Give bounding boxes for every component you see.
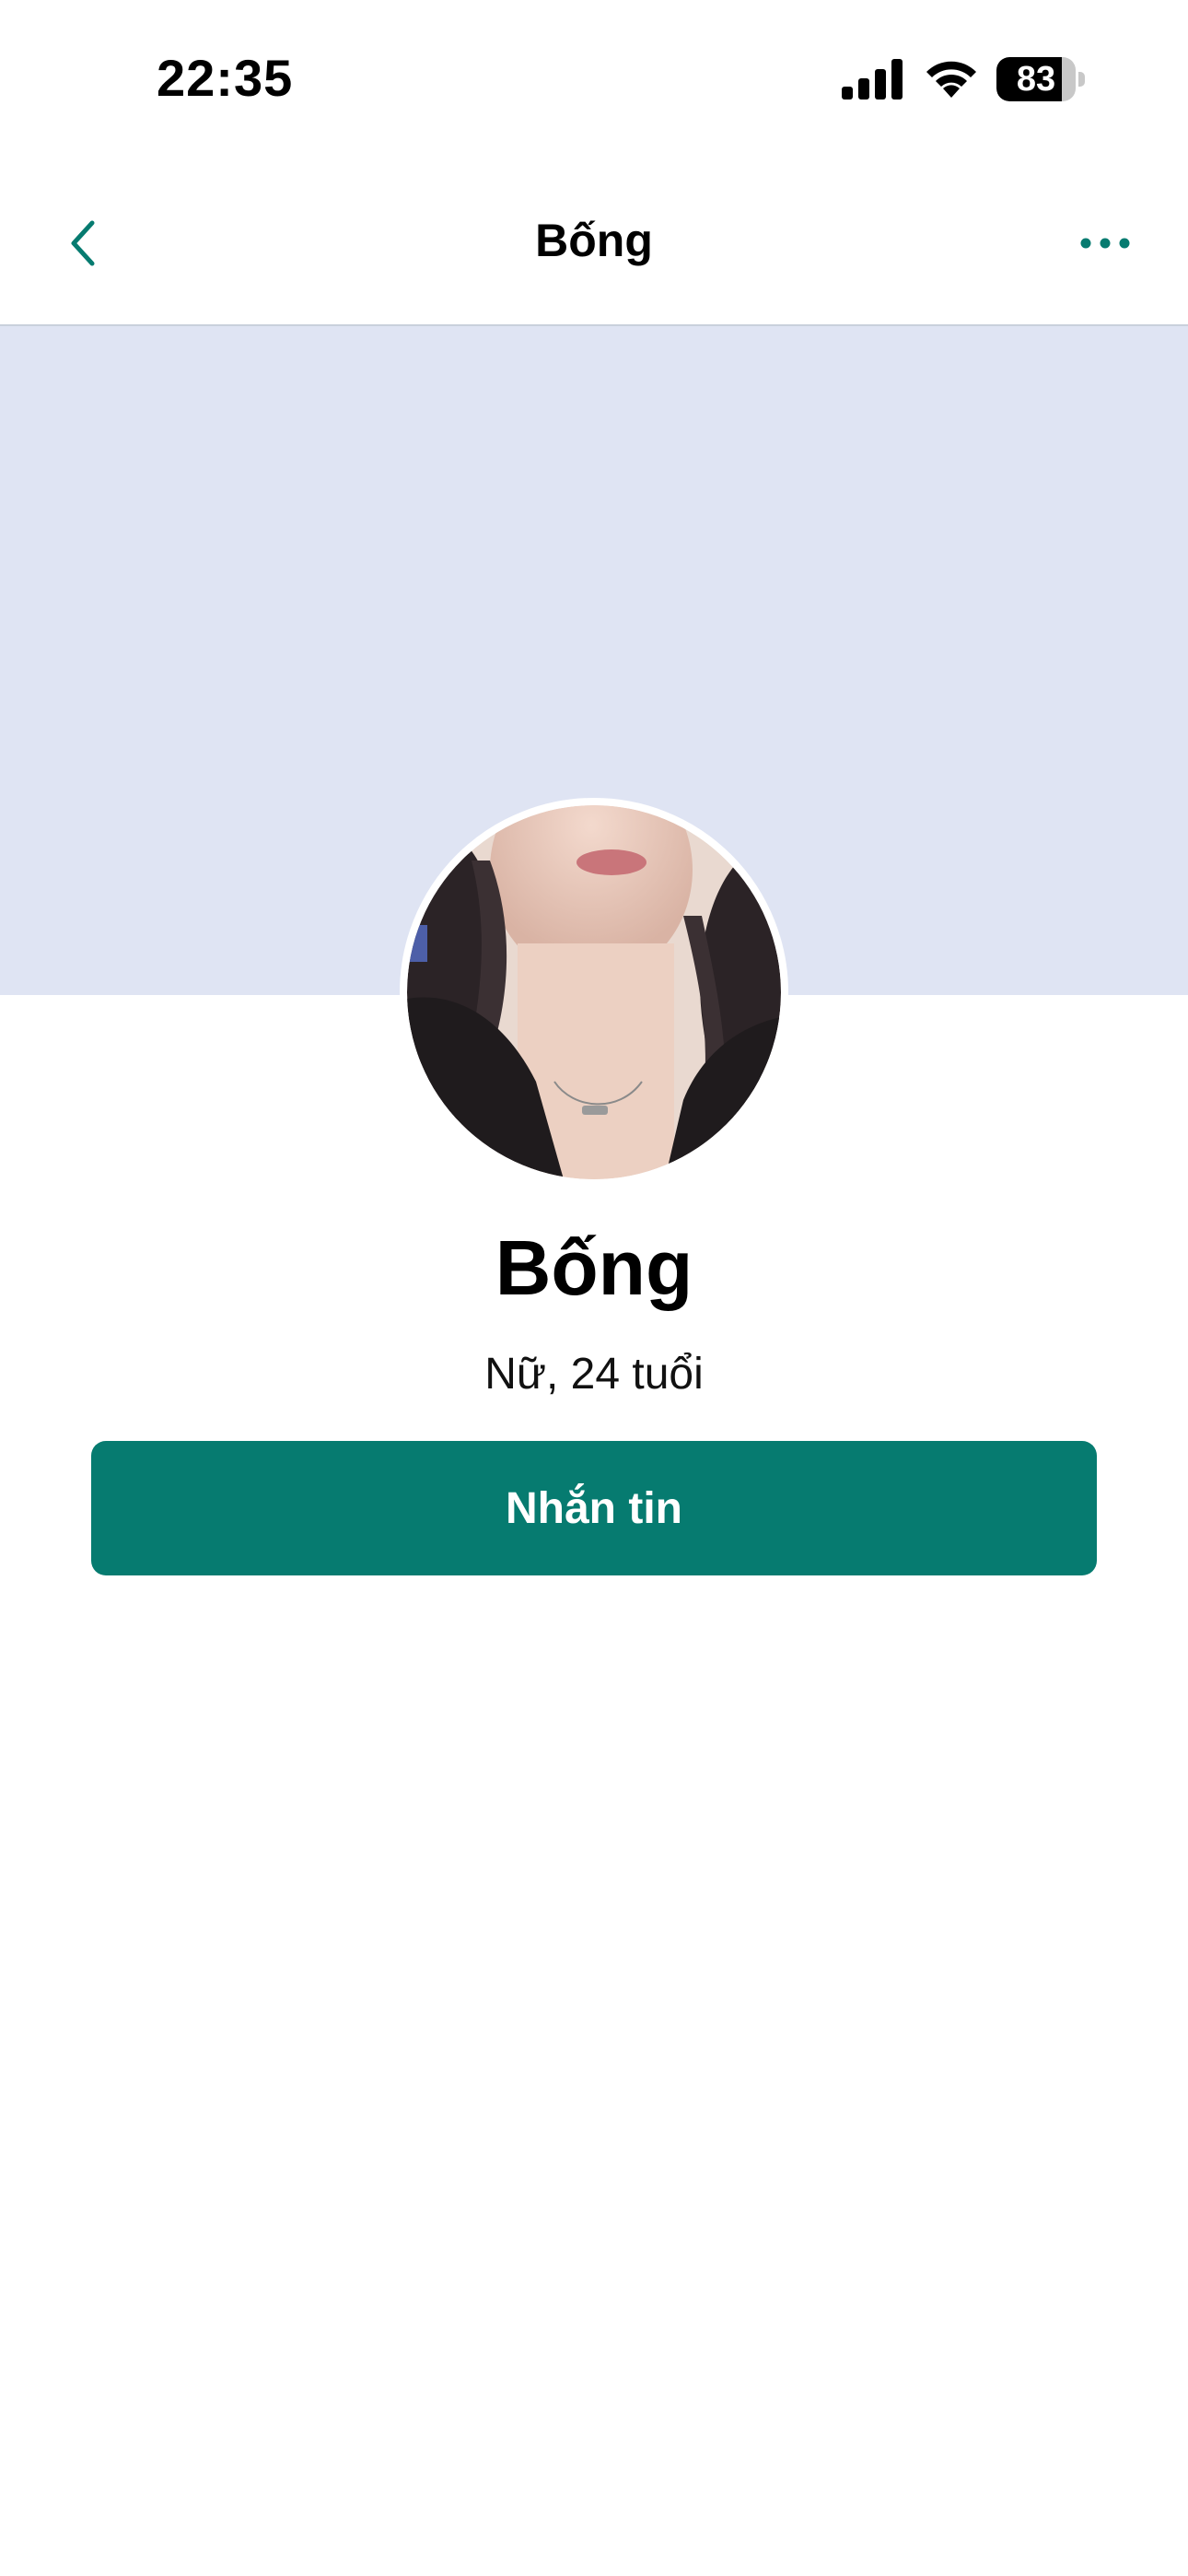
nav-title: Bống (535, 215, 653, 266)
more-options-button[interactable] (1068, 206, 1142, 280)
battery-level: 83 (1016, 60, 1056, 99)
status-bar: 22:35 83 (0, 0, 1188, 166)
battery-icon: 83 (996, 57, 1085, 101)
profile-name: Bống (495, 1224, 693, 1311)
avatar[interactable] (400, 798, 788, 1187)
message-button[interactable]: Nhắn tin (91, 1441, 1097, 1575)
ellipsis-horizontal-icon (1080, 238, 1130, 249)
status-time: 22:35 (157, 49, 294, 107)
wifi-icon (926, 61, 976, 98)
avatar-photo (407, 805, 781, 1179)
navigation-bar: Bống (0, 166, 1188, 326)
cellular-signal-icon (842, 59, 903, 100)
profile-gender-age: Nữ, 24 tuổi (484, 1350, 704, 1399)
